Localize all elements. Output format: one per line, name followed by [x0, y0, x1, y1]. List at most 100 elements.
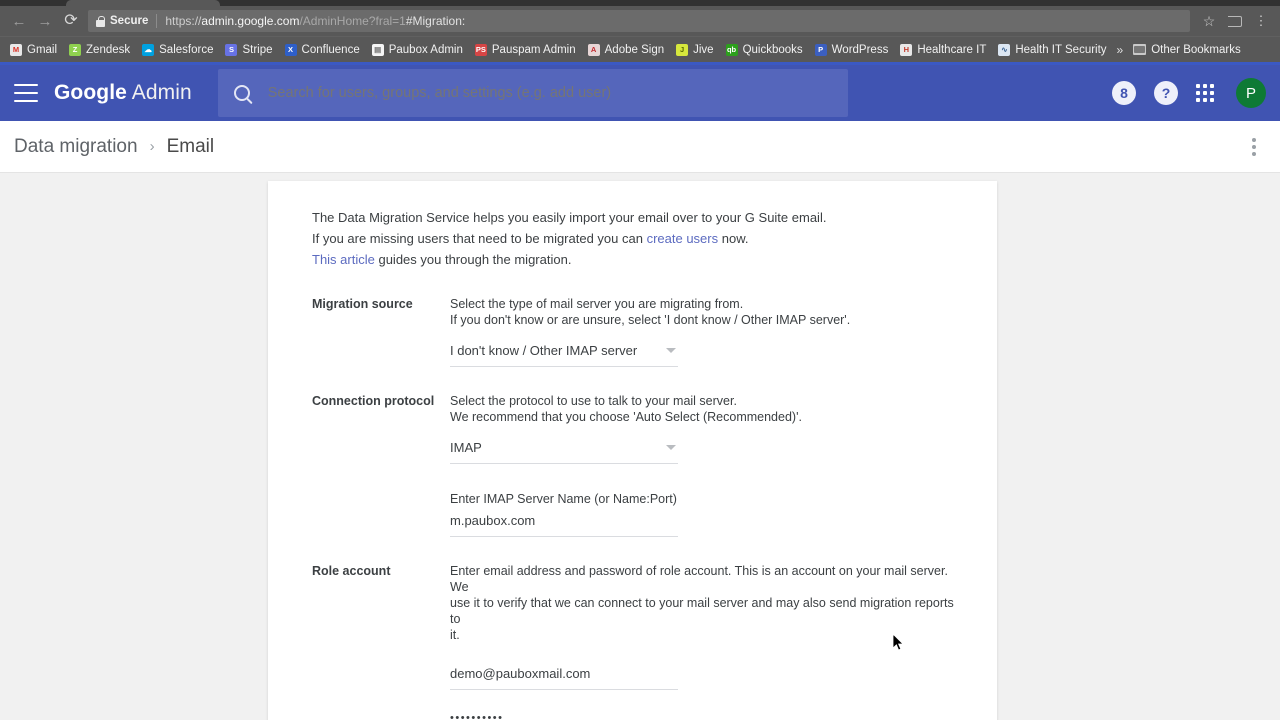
bookmark-label: Adobe Sign	[604, 43, 665, 56]
search-input[interactable]	[267, 85, 832, 101]
role-account-help-line-2: use it to verify that we can connect to …	[450, 596, 954, 626]
bookmark-item[interactable]: qb Quickbooks	[720, 40, 809, 60]
connection-protocol-select[interactable]: IMAP	[450, 439, 678, 464]
reload-button[interactable]: ⟳	[58, 8, 84, 34]
bookmark-label: Confluence	[301, 43, 360, 56]
bookmark-label: Health IT Security	[1015, 43, 1107, 56]
app-bar-actions: 8 ? P	[1112, 78, 1266, 108]
breadcrumb-current: Email	[166, 135, 215, 157]
bookmark-item[interactable]: Z Zendesk	[63, 40, 136, 60]
imap-server-caption: Enter IMAP Server Name (or Name:Port)	[450, 492, 677, 506]
apps-grid-icon[interactable]	[1196, 84, 1214, 102]
imap-server-value: m.paubox.com	[450, 513, 536, 528]
bookmark-item[interactable]: M Gmail	[4, 40, 63, 60]
bookmark-favicon: ▤	[371, 43, 384, 56]
lock-icon	[96, 15, 105, 27]
bookmark-item[interactable]: X Confluence	[279, 40, 366, 60]
avatar[interactable]: P	[1236, 78, 1266, 108]
imap-server-input[interactable]: m.paubox.com	[450, 512, 678, 537]
connection-protocol-label: Connection protocol	[312, 394, 435, 408]
role-account-row: Role account Enter email address and pas…	[312, 563, 957, 720]
bookmark-favicon: ☁	[142, 43, 155, 56]
bookmark-item[interactable]: J Jive	[670, 40, 719, 60]
bookmark-label: Paubox Admin	[388, 43, 463, 56]
role-account-help-line-1: Enter email address and password of role…	[450, 564, 948, 594]
migration-source-row: Migration source Select the type of mail…	[312, 296, 957, 367]
role-account-password-value: ••••••••••	[450, 712, 504, 720]
tab-strip	[0, 0, 1280, 6]
bookmark-favicon: A	[587, 43, 600, 56]
create-users-link[interactable]: create users	[647, 231, 719, 246]
bookmark-item[interactable]: ▤ Paubox Admin	[366, 40, 469, 60]
role-account-help: Enter email address and password of role…	[450, 563, 957, 643]
address-divider	[156, 14, 158, 28]
breadcrumb-bar: Data migration › Email	[0, 121, 1280, 173]
bookmark-star-icon[interactable]: ☆	[1196, 8, 1222, 34]
intro-line-2: If you are missing users that need to be…	[312, 228, 957, 249]
bookmark-label: Jive	[693, 43, 714, 56]
other-bookmarks-folder[interactable]: Other Bookmarks	[1127, 40, 1246, 60]
connection-protocol-help-line-1: Select the protocol to use to talk to yo…	[450, 394, 737, 408]
folder-icon	[1133, 44, 1147, 55]
brand-google: Google	[54, 81, 127, 104]
role-account-email-input[interactable]: demo@pauboxmail.com	[450, 665, 678, 690]
connection-protocol-row: Connection protocol Select the protocol …	[312, 393, 957, 537]
bookmark-label: Gmail	[27, 43, 58, 56]
breadcrumb-root[interactable]: Data migration	[14, 136, 138, 158]
bookmark-favicon: Z	[69, 43, 82, 56]
url-fragment: #Migration:	[405, 14, 466, 28]
intro-text: The Data Migration Service helps you eas…	[312, 207, 957, 270]
bookmark-item[interactable]: S Stripe	[219, 40, 278, 60]
bookmark-favicon: X	[284, 43, 297, 56]
bookmark-label: Healthcare IT	[917, 43, 987, 56]
migration-source-help-line-1: Select the type of mail server you are m…	[450, 297, 744, 311]
role-account-help-line-3: it.	[450, 628, 460, 642]
bookmarks-overflow-icon[interactable]: »	[1113, 43, 1128, 57]
connection-protocol-select-value: IMAP	[450, 440, 482, 455]
bookmark-favicon: J	[676, 43, 689, 56]
cast-icon[interactable]	[1222, 8, 1248, 34]
brand-admin: Admin	[131, 81, 192, 104]
intro-line-1: The Data Migration Service helps you eas…	[312, 210, 827, 225]
bookmark-favicon: P	[814, 43, 827, 56]
bookmark-favicon: H	[900, 43, 913, 56]
hamburger-icon[interactable]	[14, 84, 38, 102]
role-account-email-value: demo@pauboxmail.com	[450, 666, 591, 681]
url-path: /AdminHome?fral=1	[299, 14, 406, 28]
address-bar[interactable]: Secure https:// admin.google.com /AdminH…	[88, 10, 1190, 32]
migration-source-help: Select the type of mail server you are m…	[450, 296, 957, 328]
page-overflow-menu-icon[interactable]	[1242, 130, 1266, 164]
migration-source-body: Select the type of mail server you are m…	[450, 296, 957, 367]
chevron-down-icon	[666, 445, 676, 450]
search-box[interactable]	[217, 69, 848, 117]
bookmark-item[interactable]: A Adobe Sign	[582, 40, 670, 60]
browser-tab-active[interactable]	[66, 0, 220, 6]
connection-protocol-help-line-2: We recommend that you choose 'Auto Selec…	[450, 410, 802, 424]
help-icon[interactable]: ?	[1154, 81, 1178, 105]
bookmark-item[interactable]: ∿ Health IT Security	[992, 40, 1112, 60]
bookmark-favicon: M	[10, 43, 22, 56]
bookmark-label: WordPress	[831, 43, 889, 56]
this-article-link[interactable]: This article	[312, 252, 375, 267]
forward-button[interactable]: →	[32, 8, 58, 34]
migration-source-select[interactable]: I don't know / Other IMAP server	[450, 342, 678, 367]
bookmark-favicon: qb	[725, 43, 738, 56]
intro-line-2-after: now.	[718, 231, 749, 246]
bookmark-item[interactable]: P WordPress	[809, 40, 895, 60]
bookmark-item[interactable]: ☁ Salesforce	[136, 40, 219, 60]
breadcrumb-separator-icon: ›	[149, 138, 155, 155]
bookmark-item[interactable]: H Healthcare IT	[894, 40, 992, 60]
migration-source-help-line-2: If you don't know or are unsure, select …	[450, 313, 851, 327]
omnibox-bar: ← → ⟳ Secure https:// admin.google.com /…	[0, 6, 1280, 36]
connection-protocol-help: Select the protocol to use to talk to yo…	[450, 393, 957, 425]
role-account-password-input[interactable]: ••••••••••	[450, 708, 678, 720]
app-top-bar: Google Admin 8 ? P	[0, 65, 1280, 121]
notifications-badge[interactable]: 8	[1112, 81, 1136, 105]
intro-line-2-before: If you are missing users that need to be…	[312, 231, 647, 246]
back-button[interactable]: ←	[6, 8, 32, 34]
browser-menu-icon[interactable]: ⋮	[1248, 8, 1274, 34]
bookmark-label: Stripe	[242, 43, 273, 56]
bookmark-favicon: ∿	[998, 43, 1011, 56]
app-brand[interactable]: Google Admin	[54, 81, 192, 105]
bookmark-item[interactable]: PS Pauspam Admin	[469, 40, 582, 60]
